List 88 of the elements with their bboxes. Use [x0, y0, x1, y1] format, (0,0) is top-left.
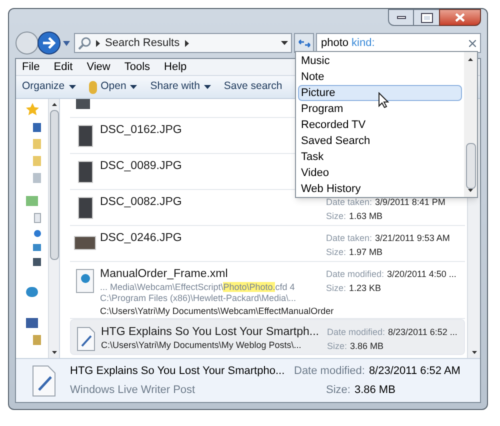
document-pen-icon — [77, 327, 95, 351]
search-icon — [78, 36, 91, 50]
maximize-button[interactable] — [414, 9, 439, 26]
detail-label: Date taken: — [326, 196, 372, 208]
photo-thumbnail — [78, 197, 92, 219]
menu-item[interactable]: Tools — [124, 58, 150, 76]
detail-label: Date modified: — [327, 326, 386, 338]
caret-icon — [130, 85, 138, 89]
toolbar-button[interactable]: Save search — [224, 79, 282, 95]
close-button[interactable] — [439, 9, 481, 26]
toolbar-button[interactable]: Open — [88, 79, 138, 95]
match-snippet: ... Media\Webcam\EffectScript\Photo\Photo.cfd 4 — [100, 282, 296, 293]
file-name: HTG Explains So You Lost Your Smartph... — [101, 325, 319, 340]
scrollbar[interactable] — [464, 52, 477, 197]
result-row[interactable]: DSC_0246.JPG Date taken: 3/21/2011 9:53 AM Size: 1.97 MB — [70, 226, 465, 262]
detail-value: 3/20/2011 4:50 ... — [387, 268, 456, 280]
caret-icon — [68, 85, 76, 89]
menu-item[interactable]: Edit — [54, 58, 73, 76]
breadcrumb[interactable]: Search Results — [105, 34, 180, 52]
scroll-up-icon[interactable] — [52, 103, 56, 106]
detail-label: Date taken: — [326, 232, 372, 244]
file-path: C:\Users\Yatri\My Documents\My Weblog Posts\... — [101, 340, 302, 351]
detail-value: 3/9/2011 8:41 PM — [375, 196, 446, 208]
chevron-icon — [96, 40, 100, 46]
menu-item[interactable]: Help — [164, 58, 187, 76]
address-bar[interactable]: Search Results — [74, 33, 292, 53]
dropdown-option[interactable]: Saved Search — [298, 133, 462, 149]
file-location: C:\Program Files (x86)\Hewlett-Packard\Media\... — [100, 293, 298, 304]
back-button[interactable] — [15, 31, 39, 55]
file-name: HTG Explains So You Lost Your Smartpho... — [70, 364, 286, 378]
photo-thumbnail — [78, 125, 92, 147]
menu-item[interactable]: View — [86, 58, 110, 76]
detail-label: Date modified: — [294, 364, 365, 378]
document-icon — [34, 213, 40, 223]
detail-label: Size: — [326, 246, 346, 258]
refresh-arrows-icon — [298, 38, 310, 48]
dropdown-option[interactable]: Note — [298, 69, 462, 85]
minimize-button[interactable] — [388, 9, 414, 26]
refresh-button[interactable] — [294, 33, 314, 53]
scroll-down-icon[interactable] — [52, 351, 56, 354]
mouse-pointer-icon — [378, 92, 389, 108]
search-field[interactable]: photo kind: — [316, 33, 481, 53]
detail-value: 1.97 MB — [349, 246, 383, 258]
scroll-down-icon[interactable] — [472, 351, 476, 354]
xml-file-icon — [76, 269, 94, 293]
detail-value: 1.23 KB — [349, 282, 382, 294]
file-type: Windows Live Writer Post — [70, 383, 196, 398]
dropdown-option[interactable]: Video — [298, 165, 462, 181]
chevron-icon — [184, 40, 189, 46]
file-name: ManualOrder_Frame.xml — [100, 267, 228, 282]
star-icon — [26, 103, 38, 116]
detail-label: Size: — [327, 340, 348, 352]
toolbar-button[interactable]: Organize — [22, 79, 76, 95]
detail-value: 8/23/2011 6:52 AM — [368, 364, 460, 378]
scroll-up-icon[interactable] — [468, 58, 473, 61]
detail-value: 1.63 MB — [349, 210, 383, 222]
toolbar-button[interactable]: Share with — [150, 79, 211, 95]
close-icon — [455, 13, 465, 22]
file-name: DSC_0246.JPG — [100, 231, 182, 246]
file-name: DSC_0089.JPG — [100, 159, 182, 174]
detail-label: Size: — [326, 210, 346, 222]
photo-thumbnail — [78, 161, 92, 183]
menu-item[interactable]: File — [22, 58, 40, 76]
clear-icon[interactable] — [469, 40, 476, 46]
file-path: C:\Users\Yatri\My Documents\Webcam\EffectManualOrder — [100, 306, 334, 317]
file-name: DSC_0162.JPG — [100, 123, 182, 138]
detail-label: Date modified: — [326, 268, 384, 280]
dropdown-option[interactable]: Picture — [298, 85, 462, 101]
detail-value: 3/21/2011 9:53 AM — [375, 232, 450, 244]
scroll-thumb[interactable] — [466, 142, 476, 190]
dropdown-option[interactable]: Recorded TV — [298, 117, 462, 133]
result-row[interactable]: HTG Explains So You Lost Your Smartph... C:\Users\Yatri\My Documents\My Weblog Posts\... Date modified: 8/23/2011 6:52 ... Size: 3.86 MB — [70, 319, 465, 355]
document-pen-icon — [32, 364, 56, 396]
detail-value: 3.86 MB — [354, 383, 396, 398]
detail-value: 3.86 MB — [350, 340, 384, 352]
photo-thumbnail — [74, 236, 96, 250]
dropdown-option[interactable]: Program — [298, 101, 462, 117]
file-name: DSC_0082.JPG — [100, 195, 182, 210]
detail-label: Size: — [326, 282, 346, 294]
detail-label: Size: — [326, 383, 350, 398]
dropdown-caret-icon[interactable] — [281, 41, 288, 45]
scroll-thumb[interactable] — [50, 110, 58, 260]
forward-button[interactable] — [37, 31, 61, 55]
dropdown-option[interactable]: Music — [298, 53, 462, 69]
caret-icon — [204, 85, 211, 89]
detail-value: 8/23/2011 6:52 ... — [388, 326, 458, 338]
photo-thumbnail — [76, 99, 90, 109]
scrollbar[interactable] — [48, 99, 59, 358]
